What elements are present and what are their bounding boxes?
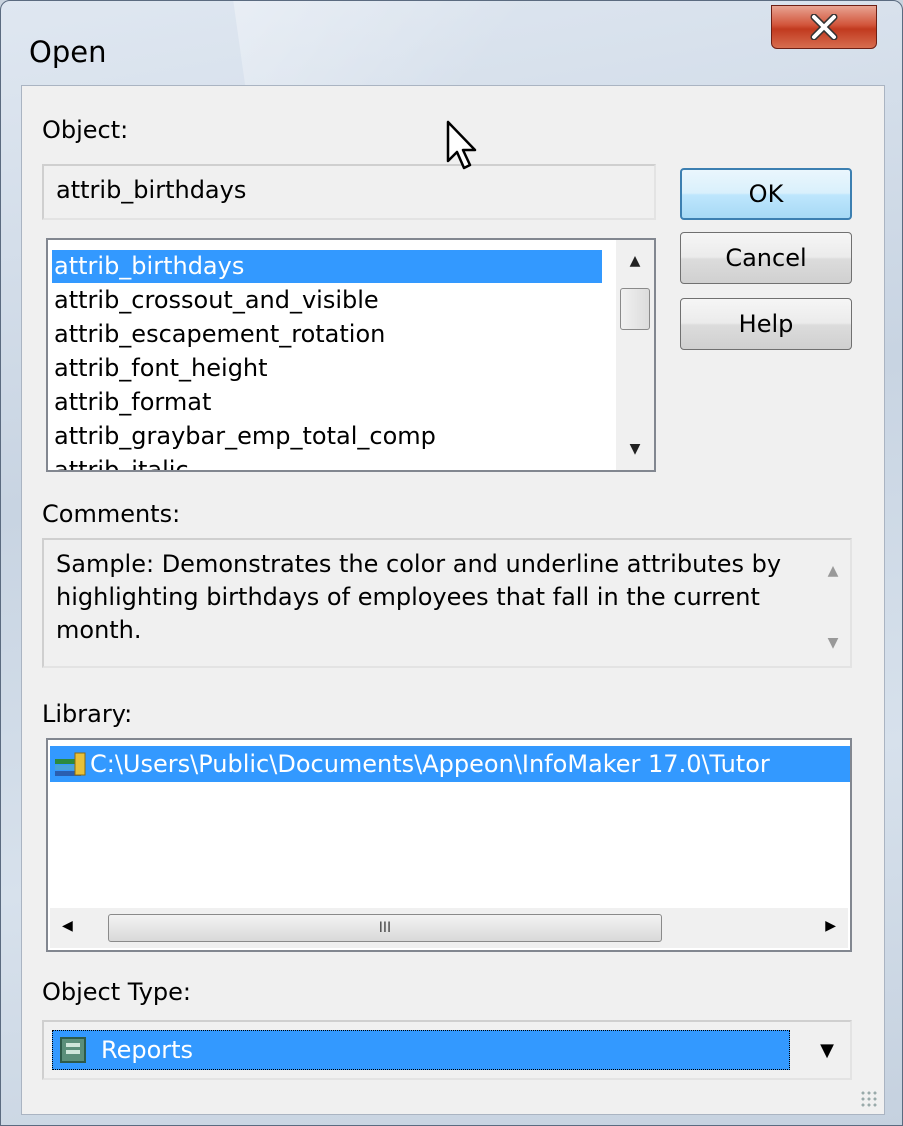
scroll-down-icon[interactable]: ▼ xyxy=(818,628,848,658)
comments-label: Comments: xyxy=(42,500,181,528)
library-item[interactable]: C:\Users\Public\Documents\Appeon\InfoMak… xyxy=(50,746,850,782)
scroll-left-icon[interactable]: ◀ xyxy=(62,918,73,934)
help-button[interactable]: Help xyxy=(680,298,852,350)
open-dialog: Open Object: attrib_birthdays OK Cancel … xyxy=(0,0,903,1126)
scroll-thumb[interactable] xyxy=(620,288,650,330)
ok-button[interactable]: OK xyxy=(680,168,852,220)
list-item[interactable]: attrib_escapement_rotation xyxy=(52,318,385,351)
list-item[interactable]: attrib_format xyxy=(52,386,211,419)
close-button[interactable] xyxy=(771,5,877,49)
library-hscrollbar[interactable]: ◀ III ▶ xyxy=(50,908,848,948)
list-item[interactable]: attrib_birthdays xyxy=(52,250,602,283)
dialog-title: Open xyxy=(29,35,107,69)
comments-scrollbar[interactable]: ▲ ▼ xyxy=(818,542,848,664)
object-type-select[interactable]: Reports ▼ xyxy=(42,1020,852,1080)
objects-scrollbar[interactable]: ▲ ▼ xyxy=(616,240,654,470)
scroll-up-icon[interactable]: ▲ xyxy=(818,556,848,586)
object-label: Object: xyxy=(42,116,129,144)
list-item[interactable]: attrib_crossout_and_visible xyxy=(52,284,379,317)
list-item[interactable]: attrib_graybar_emp_total_comp xyxy=(52,420,436,453)
comments-box: Sample: Demonstrates the color and under… xyxy=(42,538,852,668)
scroll-down-icon[interactable]: ▼ xyxy=(616,434,654,464)
object-input[interactable]: attrib_birthdays xyxy=(42,164,656,220)
cursor-icon xyxy=(446,120,477,170)
library-label: Library: xyxy=(42,700,133,728)
object-type-selected: Reports xyxy=(52,1030,790,1070)
dialog-client: Object: attrib_birthdays OK Cancel Help … xyxy=(21,85,885,1115)
report-icon xyxy=(60,1037,86,1063)
hscroll-grip: III xyxy=(378,920,392,936)
object-input-value: attrib_birthdays xyxy=(56,176,247,204)
objects-listbox[interactable]: attrib_birthdays attrib_crossout_and_vis… xyxy=(46,238,656,472)
cancel-button[interactable]: Cancel xyxy=(680,232,852,284)
library-path: C:\Users\Public\Documents\Appeon\InfoMak… xyxy=(90,750,770,778)
list-item[interactable]: attrib_font_height xyxy=(52,352,268,385)
dropdown-arrow-icon[interactable]: ▼ xyxy=(820,1040,834,1061)
resize-grip[interactable] xyxy=(860,1090,878,1108)
library-listbox[interactable]: C:\Users\Public\Documents\Appeon\InfoMak… xyxy=(46,738,852,952)
hscroll-thumb[interactable]: III xyxy=(108,914,662,942)
list-item[interactable]: attrib_italic xyxy=(52,454,189,470)
library-icon xyxy=(55,752,86,776)
scroll-up-icon[interactable]: ▲ xyxy=(616,246,654,276)
comments-text: Sample: Demonstrates the color and under… xyxy=(56,550,782,644)
close-icon xyxy=(810,14,838,40)
object-type-value: Reports xyxy=(101,1036,194,1064)
scroll-right-icon[interactable]: ▶ xyxy=(825,918,836,934)
object-type-label: Object Type: xyxy=(42,978,192,1006)
